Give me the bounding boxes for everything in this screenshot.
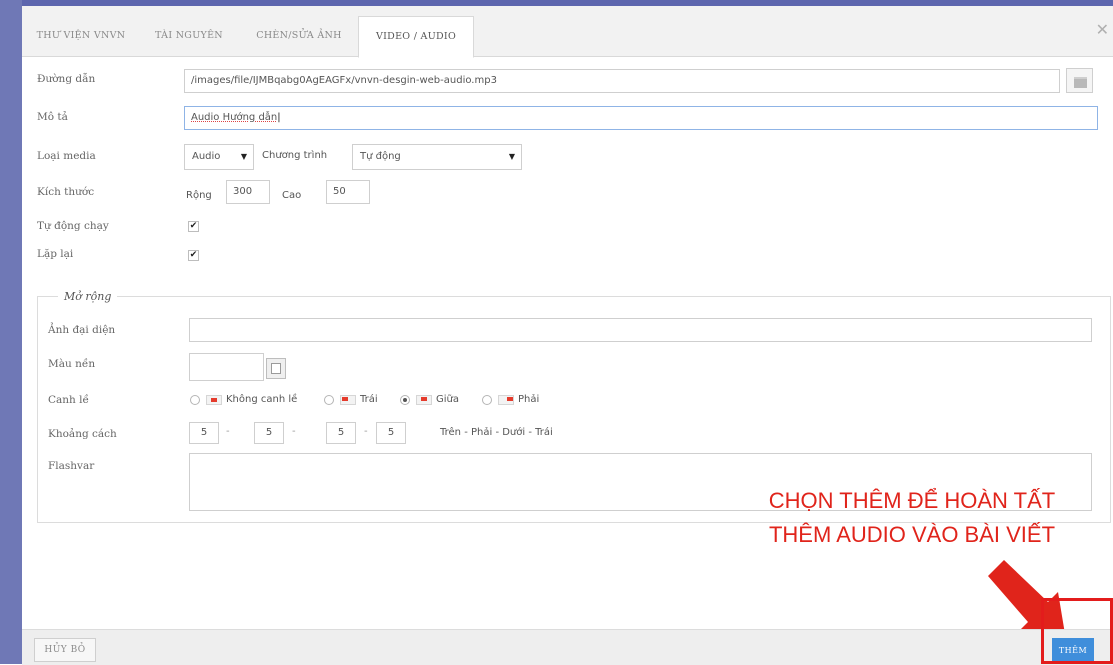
tab-library[interactable]: THƯ VIỆN VNVN bbox=[28, 16, 134, 56]
align-left-label: Trái bbox=[360, 394, 378, 405]
align-center-label: Giữa bbox=[436, 394, 459, 405]
path-input[interactable]: /images/file/IJMBqabg0AgEAGFx/vnvn-desgi… bbox=[184, 69, 1060, 93]
extended-legend: Mở rộng bbox=[58, 290, 118, 303]
path-label: Đường dẫn bbox=[37, 73, 96, 85]
align-right-label: Phải bbox=[518, 394, 540, 405]
dropdown-arrow-icon: ▼ bbox=[240, 152, 247, 161]
color-picker-button[interactable] bbox=[266, 358, 286, 379]
close-icon[interactable]: ✕ bbox=[1096, 20, 1109, 39]
spacing-left-input[interactable]: 5 bbox=[376, 422, 406, 444]
tab-resources[interactable]: TÀI NGUYÊN bbox=[146, 16, 232, 56]
flashvar-label: Flashvar bbox=[48, 460, 95, 472]
browse-folder-button[interactable] bbox=[1066, 68, 1093, 93]
program-value: Tự động bbox=[360, 151, 401, 162]
align-right-radio[interactable] bbox=[482, 395, 492, 405]
width-input[interactable]: 300 bbox=[226, 180, 270, 204]
spacing-separator: - bbox=[226, 426, 230, 437]
align-left-radio[interactable] bbox=[324, 395, 334, 405]
height-input[interactable]: 50 bbox=[326, 180, 370, 204]
align-none-label: Không canh lề bbox=[226, 394, 298, 405]
spacing-label: Khoảng cách bbox=[48, 428, 117, 440]
dialog-footer: HỦY BỎ THÊM bbox=[22, 629, 1113, 665]
autoplay-checkbox[interactable]: ✔ bbox=[188, 221, 199, 232]
spacing-hint: Trên - Phải - Dưới - Trái bbox=[440, 427, 553, 438]
media-dialog: THƯ VIỆN VNVN TÀI NGUYÊN CHÈN/SỬA ẢNH VI… bbox=[22, 6, 1113, 665]
background-color-label: Màu nền bbox=[48, 358, 96, 370]
spacing-separator: - bbox=[364, 426, 368, 437]
add-button-highlight bbox=[1041, 598, 1113, 664]
spacing-right-input[interactable]: 5 bbox=[254, 422, 284, 444]
align-none-radio[interactable] bbox=[190, 395, 200, 405]
media-type-value: Audio bbox=[192, 151, 221, 162]
spacing-bottom-input[interactable]: 5 bbox=[326, 422, 356, 444]
media-type-label: Loại media bbox=[37, 150, 96, 162]
program-label: Chương trình bbox=[262, 150, 328, 161]
description-input[interactable]: Audio Hướng dẫn| bbox=[184, 106, 1098, 130]
description-value: Audio Hướng dẫn bbox=[191, 112, 278, 123]
folder-icon bbox=[1074, 77, 1087, 88]
align-center-radio[interactable] bbox=[400, 395, 410, 405]
spacing-separator: - bbox=[292, 426, 296, 437]
loop-label: Lặp lại bbox=[37, 248, 74, 260]
align-center-icon bbox=[416, 395, 432, 405]
align-none-icon bbox=[206, 395, 222, 405]
height-label: Cao bbox=[282, 190, 302, 201]
thumbnail-input[interactable] bbox=[189, 318, 1092, 342]
media-type-select[interactable]: Audio ▼ bbox=[184, 144, 254, 170]
align-right-icon bbox=[498, 395, 514, 405]
cancel-button[interactable]: HỦY BỎ bbox=[34, 638, 96, 662]
thumbnail-label: Ảnh đại diện bbox=[48, 324, 116, 336]
align-left-icon bbox=[340, 395, 356, 405]
width-label: Rộng bbox=[186, 190, 212, 201]
annotation-line-1: CHỌN THÊM ĐỂ HOÀN TẤT bbox=[768, 488, 1056, 513]
background-color-input[interactable] bbox=[189, 353, 264, 381]
description-label: Mô tả bbox=[37, 111, 68, 123]
spacing-top-input[interactable]: 5 bbox=[189, 422, 219, 444]
align-label: Canh lề bbox=[48, 394, 89, 406]
tab-insert-edit-image[interactable]: CHÈN/SỬA ẢNH bbox=[244, 16, 354, 56]
tab-bar: THƯ VIỆN VNVN TÀI NGUYÊN CHÈN/SỬA ẢNH VI… bbox=[22, 6, 1113, 58]
loop-checkbox[interactable]: ✔ bbox=[188, 250, 199, 261]
dropdown-arrow-icon: ▼ bbox=[508, 152, 515, 161]
annotation-line-2: THÊM AUDIO VÀO BÀI VIẾT bbox=[768, 522, 1056, 547]
tab-video-audio[interactable]: VIDEO / AUDIO bbox=[358, 16, 474, 58]
program-select[interactable]: Tự động ▼ bbox=[352, 144, 522, 170]
window-frame-left bbox=[0, 0, 22, 664]
size-label: Kích thước bbox=[37, 186, 95, 198]
autoplay-label: Tự động chạy bbox=[37, 220, 109, 232]
